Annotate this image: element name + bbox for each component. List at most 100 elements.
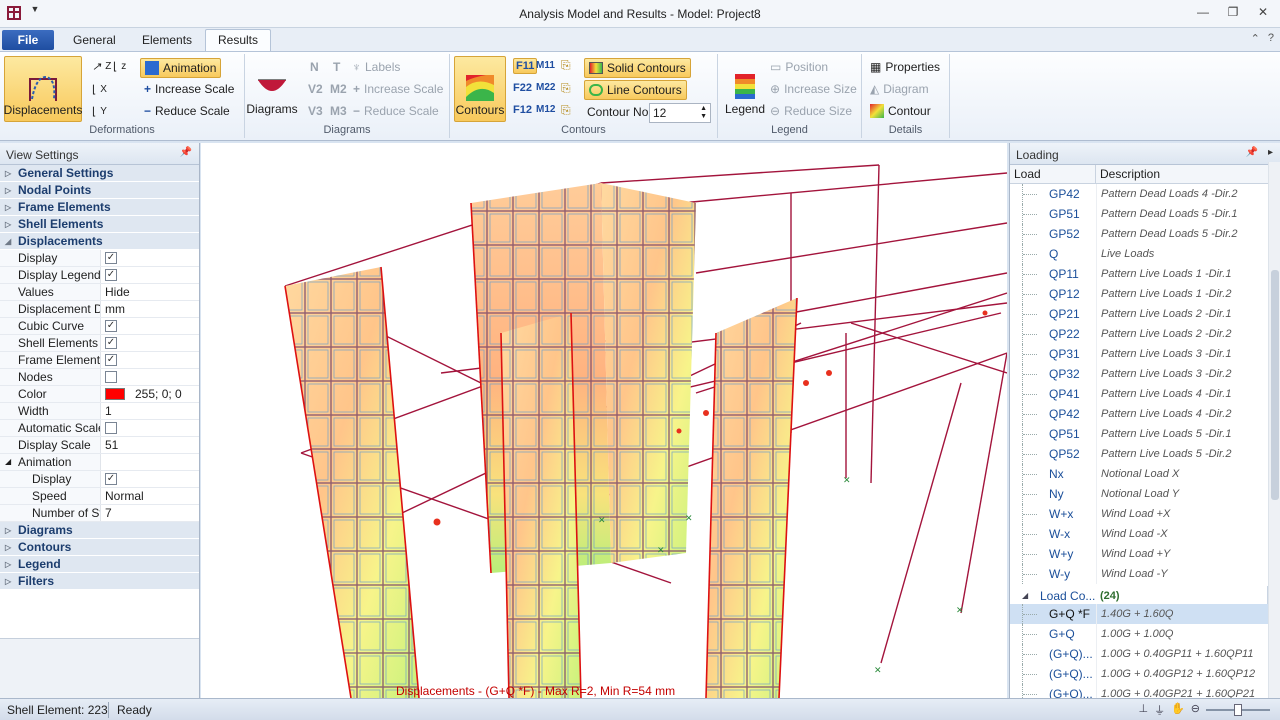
load-combinations-group[interactable]: ◢ Load Co... (24) — [1010, 586, 1268, 606]
displacements-button[interactable]: Displacements — [4, 56, 82, 122]
load-row[interactable]: W-x Wind Load -X — [1010, 524, 1268, 544]
property-value[interactable] — [101, 420, 199, 436]
collapse-icon[interactable]: ◢ — [1022, 586, 1028, 606]
property-checkbox[interactable] — [105, 422, 117, 434]
force-m2-button[interactable]: M2 — [330, 82, 347, 96]
category-displacements[interactable]: ◢ Displacements — [0, 233, 199, 250]
property-checkbox[interactable]: ✓ — [105, 252, 117, 264]
property-row[interactable]: Width 1 — [0, 403, 199, 420]
tab-general[interactable]: General — [73, 33, 116, 47]
labels-button[interactable]: ♆ Labels — [352, 60, 400, 74]
maximize-icon[interactable]: ❐ — [1220, 2, 1246, 22]
properties-button[interactable]: ▦ Properties — [870, 60, 940, 74]
property-value[interactable] — [101, 369, 199, 385]
load-row[interactable]: W-y Wind Load -Y — [1010, 564, 1268, 584]
solid-contours-button[interactable]: Solid Contours — [584, 58, 691, 78]
legend-increase-size-button[interactable]: ⊕ Increase Size — [770, 82, 857, 96]
property-row[interactable]: Color 255; 0; 0 — [0, 386, 199, 403]
close-icon[interactable]: ✕ — [1250, 2, 1276, 22]
property-row[interactable]: Frame Elements ✓ — [0, 352, 199, 369]
m12-button[interactable]: M12 — [536, 104, 555, 115]
property-value[interactable]: ✓ — [101, 352, 199, 368]
legend-button[interactable]: Legend — [722, 58, 768, 120]
pin-icon[interactable]: 📌 — [1246, 147, 1258, 158]
load-row[interactable]: QP52 Pattern Live Loads 5 -Dir.2 — [1010, 444, 1268, 464]
scrollbar-thumb[interactable] — [1271, 270, 1279, 500]
snap-icon[interactable]: ⊥ — [1138, 702, 1148, 718]
tab-elements[interactable]: Elements — [142, 33, 192, 47]
property-value[interactable]: ✓ — [101, 318, 199, 334]
ribbon-minimize-icon[interactable]: ⌃ — [1251, 32, 1260, 45]
deform-reduce-scale-button[interactable]: − Reduce Scale — [144, 104, 230, 118]
loading-scrollbar[interactable] — [1268, 162, 1280, 698]
force-m3-button[interactable]: M3 — [330, 104, 347, 118]
column-load[interactable]: Load — [1010, 165, 1096, 183]
pan-icon[interactable]: ✋ — [1171, 702, 1185, 718]
column-description[interactable]: Description — [1096, 165, 1160, 183]
force-t-button[interactable]: T — [333, 60, 340, 74]
contours-button[interactable]: Contours — [454, 56, 506, 122]
load-row[interactable]: W+x Wind Load +X — [1010, 504, 1268, 524]
property-value[interactable]: Hide — [101, 284, 199, 300]
panel-close-icon[interactable]: ▸ — [1268, 147, 1273, 158]
property-value[interactable]: mm — [101, 301, 199, 317]
property-value[interactable]: ✓ — [101, 335, 199, 351]
property-value[interactable]: ✓ — [101, 267, 199, 283]
property-row[interactable]: Display ✓ — [0, 471, 199, 488]
property-value[interactable]: 1 — [101, 403, 199, 419]
f11-button[interactable]: F11 — [516, 60, 534, 72]
load-row[interactable]: Q Live Loads — [1010, 244, 1268, 264]
axis-x-icon[interactable]: ⌊ X — [92, 83, 107, 96]
category-nodal-points[interactable]: ▷ Nodal Points — [0, 182, 199, 199]
property-checkbox[interactable]: ✓ — [105, 269, 117, 281]
tab-file[interactable]: File — [2, 30, 54, 50]
property-checkbox[interactable] — [105, 371, 117, 383]
property-checkbox[interactable]: ✓ — [105, 320, 117, 332]
m11-button[interactable]: M11 — [536, 60, 555, 71]
category-general-settings[interactable]: ▷ General Settings — [0, 165, 199, 182]
property-value[interactable]: 255; 0; 0 — [101, 386, 199, 402]
line-contours-button[interactable]: Line Contours — [584, 80, 687, 100]
property-checkbox[interactable]: ✓ — [105, 473, 117, 485]
diagrams-button[interactable]: Diagrams — [246, 58, 298, 120]
property-value[interactable]: Normal — [101, 488, 199, 504]
category-legend[interactable]: ▷ Legend — [0, 556, 199, 573]
minimize-icon[interactable]: — — [1190, 2, 1216, 22]
load-row[interactable]: (G+Q)... 1.00G + 0.40GP12 + 1.60QP12 — [1010, 664, 1268, 684]
contour-no-input[interactable]: 12 ▲ ▼ — [649, 103, 711, 123]
pin-icon[interactable]: 📌 — [180, 147, 192, 158]
load-row[interactable]: QP11 Pattern Live Loads 1 -Dir.1 — [1010, 264, 1268, 284]
property-row[interactable]: Speed Normal — [0, 488, 199, 505]
load-row[interactable]: Ny Notional Load Y — [1010, 484, 1268, 504]
load-row[interactable]: Nx Notional Load X — [1010, 464, 1268, 484]
f22-button[interactable]: F22 — [513, 82, 532, 94]
load-row[interactable]: QP12 Pattern Live Loads 1 -Dir.2 — [1010, 284, 1268, 304]
force-n-button[interactable]: N — [310, 60, 319, 74]
load-row[interactable]: (G+Q)... 1.00G + 0.40GP11 + 1.60QP11 — [1010, 644, 1268, 664]
legend-position-button[interactable]: ▭ Position — [770, 60, 828, 74]
load-row[interactable]: G+Q *F 1.40G + 1.60Q — [1010, 604, 1268, 624]
load-row[interactable]: QP41 Pattern Live Loads 4 -Dir.1 — [1010, 384, 1268, 404]
property-row[interactable]: Cubic Curve ✓ — [0, 318, 199, 335]
load-row[interactable]: QP22 Pattern Live Loads 2 -Dir.2 — [1010, 324, 1268, 344]
contour-setting-icon-2[interactable]: ⎘ — [561, 81, 571, 96]
force-v3-button[interactable]: V3 — [308, 104, 323, 118]
category-shell-elements[interactable]: ▷ Shell Elements — [0, 216, 199, 233]
axis-y-icon[interactable]: ⌊ Y — [92, 105, 107, 118]
contour-setting-icon-1[interactable]: ⎘ — [561, 58, 571, 73]
property-row[interactable]: Display Scale 51 — [0, 437, 199, 454]
property-checkbox[interactable]: ✓ — [105, 337, 117, 349]
deform-increase-scale-button[interactable]: + Increase Scale — [144, 82, 234, 96]
diag-reduce-scale-button[interactable]: − Reduce Scale — [353, 104, 439, 118]
load-row[interactable]: GP52 Pattern Dead Loads 5 -Dir.2 — [1010, 224, 1268, 244]
help-icon[interactable]: ? — [1268, 32, 1274, 45]
category-frame-elements[interactable]: ▷ Frame Elements — [0, 199, 199, 216]
category-filters[interactable]: ▷ Filters — [0, 573, 199, 590]
property-row[interactable]: Automatic Scale — [0, 420, 199, 437]
category-contours[interactable]: ▷ Contours — [0, 539, 199, 556]
category-diagrams[interactable]: ▷ Diagrams — [0, 522, 199, 539]
animation-button[interactable]: Animation — [140, 58, 222, 78]
force-v2-button[interactable]: V2 — [308, 82, 323, 96]
load-row[interactable]: GP51 Pattern Dead Loads 5 -Dir.1 — [1010, 204, 1268, 224]
zoom-slider-thumb[interactable] — [1234, 704, 1242, 716]
